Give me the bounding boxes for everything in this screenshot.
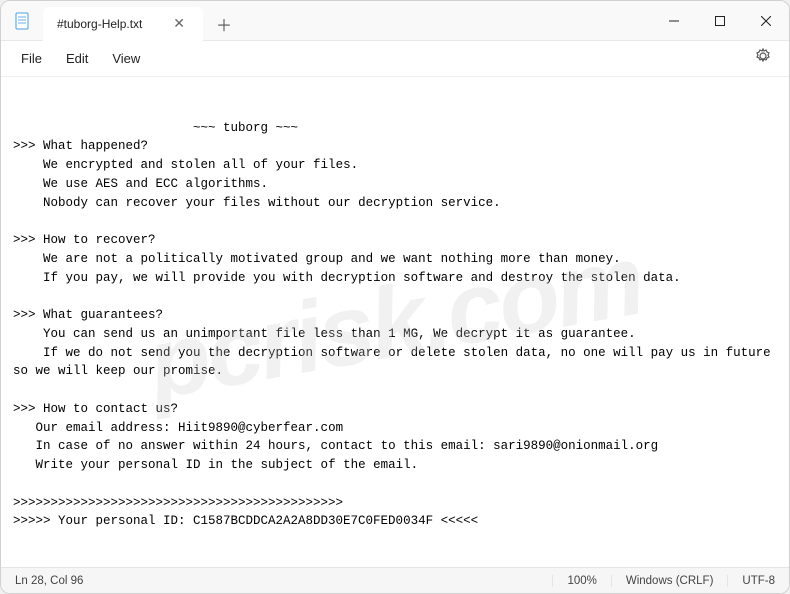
notepad-window: #tuborg-Help.txt ✕ ＋ File Edit View pcri… [0,0,790,594]
menubar: File Edit View [1,41,789,77]
minimize-button[interactable] [651,1,697,41]
line-ending[interactable]: Windows (CRLF) [611,575,728,587]
notepad-icon [13,11,33,31]
new-tab-button[interactable]: ＋ [207,7,241,41]
menu-file[interactable]: File [9,45,54,72]
settings-button[interactable] [745,42,781,75]
gear-icon [755,48,771,64]
tab-title: #tuborg-Help.txt [57,17,142,31]
titlebar: #tuborg-Help.txt ✕ ＋ [1,1,789,41]
statusbar: Ln 28, Col 96 100% Windows (CRLF) UTF-8 [1,567,789,593]
close-button[interactable] [743,1,789,41]
watermark: pcrisk.com [137,205,654,439]
maximize-button[interactable] [697,1,743,41]
file-tab[interactable]: #tuborg-Help.txt ✕ [43,7,203,41]
close-tab-icon[interactable]: ✕ [169,15,189,32]
document-text: ~~~ tuborg ~~~ >>> What happened? We enc… [13,121,778,568]
window-controls [651,1,789,41]
zoom-level[interactable]: 100% [552,575,610,587]
cursor-position[interactable]: Ln 28, Col 96 [1,568,97,593]
menu-view[interactable]: View [100,45,152,72]
menu-edit[interactable]: Edit [54,45,100,72]
encoding[interactable]: UTF-8 [727,575,789,587]
text-editor-area[interactable]: pcrisk.com ~~~ tuborg ~~~ >>> What happe… [1,77,789,567]
